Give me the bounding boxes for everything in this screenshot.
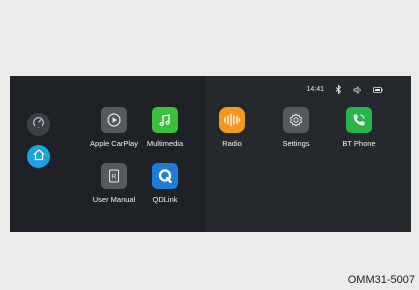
app-label: Settings [282, 139, 310, 148]
phone-icon [346, 107, 372, 133]
bluetooth-icon [335, 85, 342, 94]
volume-icon [353, 85, 362, 94]
app-label: Apple CarPlay [90, 139, 138, 148]
gauge-icon [32, 116, 45, 134]
app-label: QDLink [152, 195, 178, 204]
head-unit-screen: 14:41 Apple CarPlay Multimedia Radio Set… [10, 76, 411, 232]
app-radio[interactable]: Radio [202, 107, 262, 148]
figure-caption: OMM31-5007 [347, 274, 415, 286]
app-label: Radio [222, 139, 242, 148]
app-label: BT Phone [342, 139, 376, 148]
gear-icon [283, 107, 309, 133]
app-qdlink[interactable]: QDLink [135, 163, 195, 204]
clock-time: 14:41 [306, 86, 324, 93]
manual-icon: R [101, 163, 127, 189]
app-label: Multimedia [146, 139, 184, 148]
music-note-icon [152, 107, 178, 133]
battery-icon [373, 86, 383, 93]
sidebar-item-gauge[interactable] [27, 113, 50, 136]
carplay-icon [101, 107, 127, 133]
app-multimedia[interactable]: Multimedia [135, 107, 195, 148]
screen-right-panel [206, 76, 411, 232]
app-bt-phone[interactable]: BT Phone [329, 107, 389, 148]
svg-text:R: R [112, 175, 117, 181]
figure-page: 14:41 Apple CarPlay Multimedia Radio Set… [0, 0, 419, 290]
home-icon [32, 148, 46, 166]
qdlink-icon [152, 163, 178, 189]
sidebar-item-home[interactable] [27, 145, 50, 168]
sidebar [10, 76, 64, 232]
app-label: User Manual [92, 195, 136, 204]
app-settings[interactable]: Settings [266, 107, 326, 148]
radio-icon [219, 107, 245, 133]
status-bar: 14:41 [306, 85, 383, 94]
